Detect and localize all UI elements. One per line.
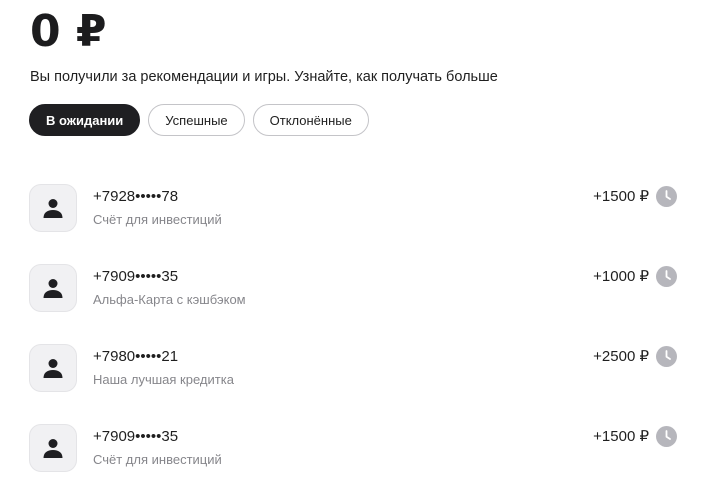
referral-amount: +1500 ₽ <box>593 188 649 205</box>
status-tabs: В ожидании Успешные Отклонённые <box>29 104 369 136</box>
tab-rejected[interactable]: Отклонённые <box>252 104 369 136</box>
user-icon <box>43 359 63 378</box>
tab-successful[interactable]: Успешные <box>148 104 245 136</box>
referral-amount: +1500 ₽ <box>593 428 649 445</box>
referral-phone: +7928•••••78 <box>93 188 179 205</box>
user-icon <box>43 279 63 298</box>
tab-pending[interactable]: В ожидании <box>29 104 141 136</box>
referral-amount: +2500 ₽ <box>593 348 649 365</box>
avatar <box>29 264 77 312</box>
referral-phone: +7980•••••21 <box>93 348 179 365</box>
referral-row[interactable]: +7980•••••21 Наша лучшая кредитка +2500 … <box>29 344 677 392</box>
referral-row[interactable]: +7909•••••35 Счёт для инвестиций +1500 ₽ <box>29 424 677 472</box>
avatar <box>29 344 77 392</box>
clock-icon <box>656 426 677 447</box>
referral-product: Наша лучшая кредитка <box>93 372 234 387</box>
referral-list: +7928•••••78 Счёт для инвестиций +1500 ₽… <box>29 184 677 504</box>
referral-phone: +7909•••••35 <box>93 428 179 445</box>
referral-product: Альфа-Карта с кэшбэком <box>93 292 246 307</box>
referral-product: Счёт для инвестиций <box>93 452 222 467</box>
referral-amount: +1000 ₽ <box>593 268 649 285</box>
balance-amount: 0 ₽ <box>30 6 107 57</box>
balance-description: Вы получили за рекомендации и игры. Узна… <box>30 69 498 85</box>
user-icon <box>43 439 63 458</box>
clock-icon <box>656 186 677 207</box>
avatar <box>29 424 77 472</box>
referral-row[interactable]: +7909•••••35 Альфа-Карта с кэшбэком +100… <box>29 264 677 312</box>
avatar <box>29 184 77 232</box>
clock-icon <box>656 266 677 287</box>
user-icon <box>43 199 63 218</box>
referral-row[interactable]: +7928•••••78 Счёт для инвестиций +1500 ₽ <box>29 184 677 232</box>
referral-phone: +7909•••••35 <box>93 268 179 285</box>
referral-product: Счёт для инвестиций <box>93 212 222 227</box>
clock-icon <box>656 346 677 367</box>
